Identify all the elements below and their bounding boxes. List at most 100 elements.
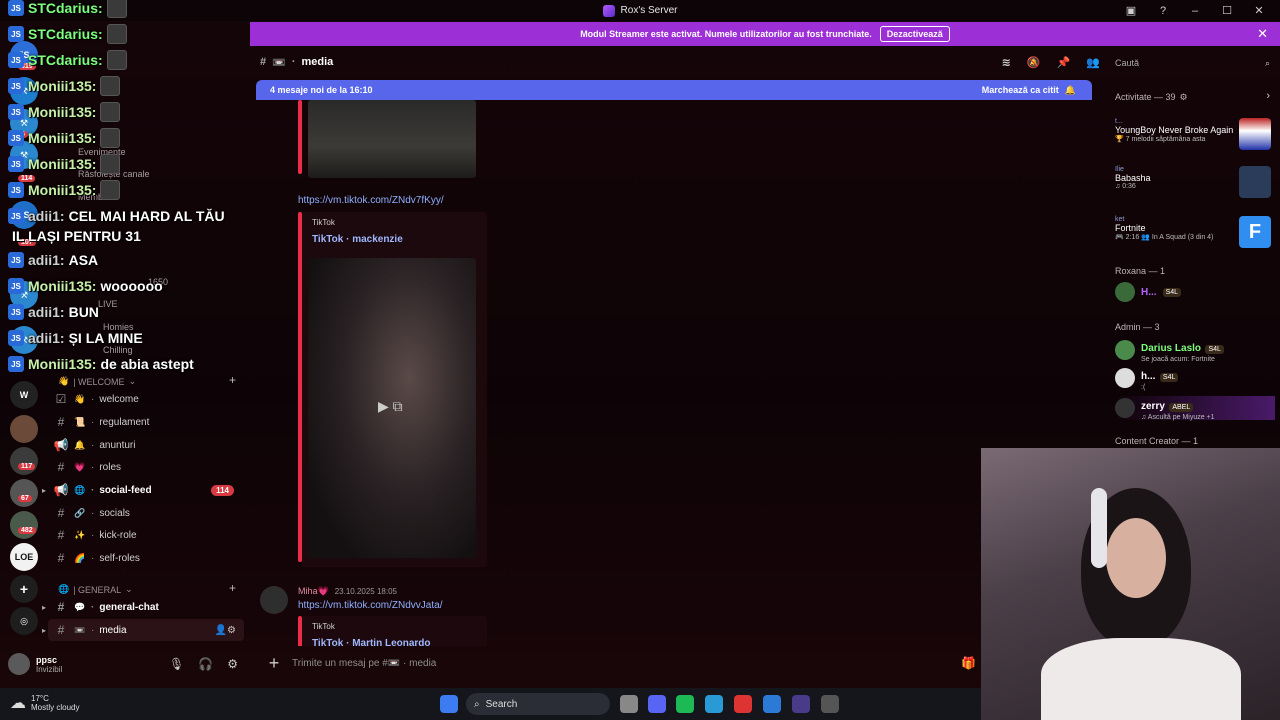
window-controls: ▣ ? – ☐ ✕ [1124, 0, 1280, 21]
avatar [1115, 398, 1135, 418]
activity-card[interactable]: Ilie Babasha ♫ 0:36 [1115, 166, 1271, 198]
pin-icon[interactable]: 📌 [1057, 56, 1071, 69]
edge-icon[interactable] [705, 695, 723, 713]
avatar[interactable] [260, 586, 288, 614]
threads-icon[interactable]: ≋ [1002, 56, 1011, 69]
channel-socials[interactable]: # 🔗 · socials [48, 502, 244, 524]
member-name: H... [1141, 286, 1157, 298]
server-icon[interactable] [10, 479, 38, 507]
server-icon[interactable]: W [10, 381, 38, 409]
search-icon: ⌕ [1264, 57, 1270, 68]
task-view-icon[interactable] [620, 695, 638, 713]
member-list-icon[interactable]: 👥 [1086, 56, 1100, 69]
embed-author[interactable]: TikTok · Martin Leonardo [312, 638, 431, 646]
chevron-right-icon[interactable]: › [1266, 90, 1270, 102]
discord-icon[interactable] [648, 695, 666, 713]
attach-plus-icon[interactable]: + [256, 653, 292, 674]
search-icon: ⌕ [474, 698, 480, 710]
server-badge: 114 [18, 175, 36, 182]
headphones-icon[interactable]: 🎧 [198, 657, 213, 671]
live-channel[interactable]: LIVE [98, 299, 118, 309]
search-input[interactable]: Caută ⌕ [1112, 54, 1274, 72]
channel-media[interactable]: ▸ # 📼 · media 👤⚙ [42, 619, 244, 641]
channel-label: roles [99, 461, 122, 473]
weather-widget[interactable]: ☁ 17°C Mostly cloudy [10, 693, 79, 713]
app-icon[interactable] [792, 695, 810, 713]
spotify-icon[interactable] [676, 695, 694, 713]
app-icon[interactable] [734, 695, 752, 713]
activity-card[interactable]: ket Fortnite 🎮 2:16 👥 In A Squad (3 din … [1115, 216, 1271, 248]
message-composer[interactable]: + Trimite un mesaj pe #📼 · media 🎁 [256, 648, 980, 678]
channel-emoji: 👋 [74, 393, 86, 404]
homies-channel[interactable]: Homies [103, 322, 134, 332]
category-welcome[interactable]: 👋 | WELCOME ⌄ [58, 376, 136, 387]
hash-icon: # [57, 600, 65, 614]
app-icon[interactable] [821, 695, 839, 713]
server-icon[interactable] [10, 447, 38, 475]
browse-channels-item[interactable]: Răsfoiește canale [78, 169, 150, 179]
taskbar-search[interactable]: ⌕ Search [466, 693, 610, 715]
message-link[interactable]: https://vm.tiktok.com/ZNdv7fKyy/ [298, 195, 444, 206]
events-item[interactable]: Evenimente [78, 147, 126, 157]
server-icon[interactable] [10, 415, 38, 443]
add-channel-icon[interactable]: + [229, 373, 236, 387]
microphone-icon[interactable]: 🎙 [169, 657, 184, 671]
channel-regulament[interactable]: # 📜 · regulament [48, 411, 244, 433]
settings-gear-icon[interactable]: ⚙ [227, 657, 238, 671]
embed-image[interactable] [308, 100, 476, 178]
member-item[interactable]: H... S4L [1115, 280, 1275, 304]
channel-self-roles[interactable]: # 🌈 · self-roles [48, 547, 244, 569]
channel-general-chat[interactable]: ▸ # 💬 · general-chat [42, 596, 244, 618]
deactivate-button[interactable]: Dezactivează [879, 26, 950, 42]
server-icon[interactable]: ⚒ [10, 77, 38, 105]
category-general[interactable]: 🌐 | GENERAL ⌄ [58, 584, 133, 595]
member-item[interactable]: Darius Laslo S4L Se joacă acum: Fortnite [1115, 338, 1275, 363]
member-item[interactable]: h... S4L :( [1115, 366, 1275, 391]
server-icon[interactable] [10, 511, 38, 539]
message-author[interactable]: Miha💗 [298, 586, 329, 597]
announcement-icon: 📢 [53, 483, 69, 497]
server-icon[interactable]: LOE [10, 543, 38, 571]
add-channel-icon[interactable]: + [229, 581, 236, 595]
maximize-button[interactable]: ☐ [1220, 4, 1234, 18]
rules-channel-icon: ☑ [55, 392, 67, 406]
banner-close-icon[interactable]: ✕ [1257, 26, 1268, 42]
embed-author[interactable]: TikTok · mackenzie [312, 234, 403, 245]
server-icon[interactable]: ⚒ [10, 281, 38, 309]
mark-as-read-label: Marchează ca citit [981, 85, 1059, 95]
server-icon[interactable]: ⚒ [10, 141, 38, 169]
mark-as-read-button[interactable]: Marchează ca citit 🔔 [982, 85, 1076, 96]
activity-card[interactable]: t... YoungBoy Never Broke Again 🏆 7 melo… [1115, 118, 1271, 150]
members-item[interactable]: Membri [78, 192, 108, 202]
header-actions: ≋ 🔕 📌 👥 [1002, 56, 1100, 69]
app-icon[interactable] [763, 695, 781, 713]
play-icon[interactable]: ▶ ⧉ [378, 398, 403, 415]
notifications-off-icon[interactable]: 🔕 [1027, 56, 1041, 69]
channel-settings-icon[interactable]: 👤⚙ [215, 625, 236, 636]
chilling-channel[interactable]: Chilling [103, 345, 133, 355]
inbox-icon[interactable]: ▣ [1124, 4, 1138, 18]
start-icon[interactable] [440, 695, 458, 713]
message-input[interactable]: Trimite un mesaj pe #📼 · media [292, 658, 436, 669]
minimize-button[interactable]: – [1188, 4, 1202, 18]
channel-anunturi[interactable]: 📢 🔔 · anunturi [48, 434, 244, 456]
explore-icon[interactable]: ◎ [10, 607, 38, 635]
server-icon[interactable]: JS [10, 201, 38, 229]
message-link[interactable]: https://vm.tiktok.com/ZNdvvJata/ [298, 600, 442, 611]
channel-kick-role[interactable]: # ✨ · kick-role [48, 524, 244, 546]
channel-welcome[interactable]: ☑ 👋 · welcome [48, 388, 244, 410]
channel-roles[interactable]: # 💗 · roles [48, 456, 244, 478]
add-server-icon[interactable]: + [10, 575, 38, 603]
gift-icon[interactable]: 🎁 [961, 656, 976, 670]
close-window-button[interactable]: ✕ [1252, 4, 1266, 18]
new-messages-bar[interactable]: 4 mesaje noi de la 16:10 Marchează ca ci… [256, 80, 1092, 100]
video-thumbnail[interactable]: ▶ ⧉ [308, 258, 476, 558]
unread-indicator: ▸ [42, 602, 47, 612]
activity-header[interactable]: Activitate — 39 ⚙ [1115, 92, 1188, 103]
help-icon[interactable]: ? [1156, 4, 1170, 18]
channel-social-feed[interactable]: ▸ 📢 🌐 · social-feed 114 [42, 479, 244, 501]
title-bar: Rox's Server ▣ ? – ☐ ✕ [0, 0, 1280, 21]
avatar[interactable] [8, 653, 30, 675]
member-item[interactable]: zerry ABEL ♫ Ascultă pe Miyuze +1 [1115, 396, 1275, 421]
server-icon[interactable]: ⚒ [10, 326, 38, 354]
